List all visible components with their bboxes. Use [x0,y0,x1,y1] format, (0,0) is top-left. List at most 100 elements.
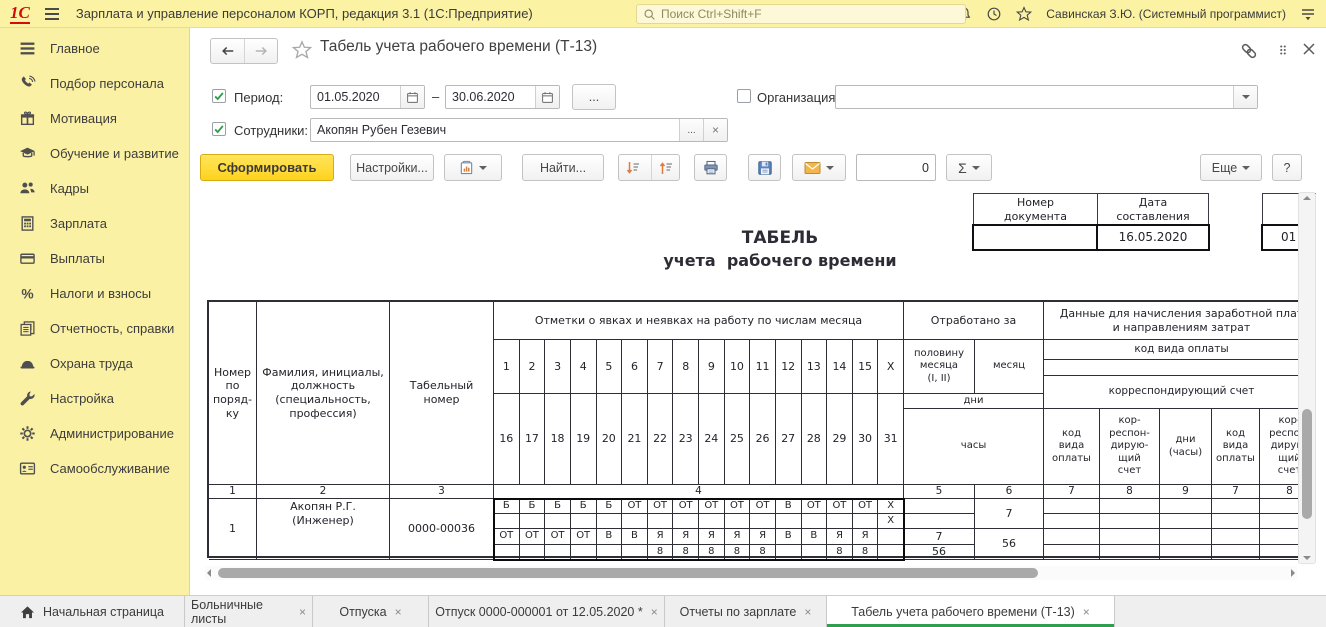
tab-bolnichnye-listy[interactable]: Больничные листы× [185,596,313,627]
mark-cell[interactable] [571,545,597,560]
dropdown-button[interactable] [1233,86,1257,108]
doc-number-value[interactable] [972,224,1098,251]
sidebar-item-samoobsluzhivanie[interactable]: Самообслуживание [0,451,189,486]
mark-cell[interactable]: В [776,499,802,514]
choose-button[interactable]: ... [679,119,703,141]
mark-cell[interactable]: Я [673,529,699,545]
mark-cell[interactable]: ОТ [750,499,776,514]
employees-input[interactable] [311,119,679,141]
sidebar-item-vyplaty[interactable]: Выплаты [0,241,189,276]
calendar-icon[interactable] [535,86,559,108]
mark-cell[interactable] [622,514,648,529]
sidebar-item-kadry[interactable]: Кадры [0,171,189,206]
mark-cell[interactable]: В [776,529,802,545]
horizontal-scrollbar[interactable] [205,566,1297,580]
close-icon[interactable] [1302,42,1316,56]
period-to-field[interactable] [445,85,560,109]
pay-cell[interactable] [1160,499,1212,514]
mark-cell[interactable]: ОТ [725,499,751,514]
pay-cell[interactable] [1100,499,1160,514]
mark-cell[interactable]: Б [571,499,597,514]
tab-tabel-t13[interactable]: Табель учета рабочего времени (Т-13)× [827,596,1115,627]
month-days-cell[interactable]: 7 [975,499,1044,529]
sidebar-item-podbor[interactable]: Подбор персонала [0,66,189,101]
mark-cell[interactable] [622,545,648,560]
close-icon[interactable]: × [804,605,811,619]
mark-cell[interactable]: 8 [750,545,776,560]
mark-cell[interactable]: ОТ [648,499,674,514]
mark-cell[interactable]: ОТ [827,499,853,514]
employees-checkbox[interactable] [212,122,226,136]
generate-button[interactable]: Сформировать [200,154,334,181]
pay-cell[interactable] [1160,514,1212,529]
horizontal-scroll-thumb[interactable] [218,568,1038,578]
mark-cell[interactable] [878,545,904,560]
mark-cell[interactable]: 8 [725,545,751,560]
save-button[interactable] [748,154,781,181]
row-order-no[interactable]: 1 [209,499,257,560]
mark-cell[interactable]: ОТ [673,499,699,514]
half-empty-cell[interactable] [904,514,975,529]
get-link-icon[interactable] [1240,42,1258,60]
favorites-star-icon[interactable] [1016,6,1032,22]
period-from-field[interactable] [310,85,425,109]
half-empty-cell[interactable] [904,499,975,514]
sidebar-item-glavnoe[interactable]: Главное [0,31,189,66]
sum-button[interactable]: Σ [946,154,992,181]
print-button[interactable] [694,154,727,181]
main-menu-icon[interactable] [44,7,60,21]
help-button[interactable]: ? [1272,154,1302,181]
scroll-down-icon[interactable] [1303,556,1311,560]
pay-cell[interactable] [1100,514,1160,529]
sidebar-item-ohrana[interactable]: Охрана труда [0,346,189,381]
counter-input[interactable] [857,155,935,180]
mark-cell[interactable] [520,514,546,529]
favorite-star-icon[interactable] [292,40,312,60]
period-to-input[interactable] [446,86,535,108]
mark-cell[interactable] [750,514,776,529]
expand-groups-button[interactable] [619,160,646,176]
organization-field[interactable] [835,85,1258,109]
organization-input[interactable] [836,86,1233,108]
mark-cell[interactable]: X [878,514,904,529]
pay-cell[interactable] [1212,545,1260,560]
sidebar-item-administrirovanie[interactable]: Администрирование [0,416,189,451]
doc-date-value[interactable]: 16.05.2020 [1096,224,1210,251]
sidebar-item-otchetnost[interactable]: Отчетность, справки [0,311,189,346]
period-variants-button[interactable]: ... [572,84,616,110]
mark-cell[interactable]: 8 [853,545,879,560]
back-button[interactable] [211,39,244,63]
mark-cell[interactable]: Б [597,499,623,514]
mark-cell[interactable]: 8 [827,545,853,560]
pay-cell[interactable] [1212,499,1260,514]
sidebar-item-nalogi[interactable]: % Налоги и взносы [0,276,189,311]
mark-cell[interactable] [597,514,623,529]
history-icon[interactable] [986,6,1002,22]
mark-cell[interactable] [571,514,597,529]
mark-cell[interactable] [802,545,828,560]
mark-cell[interactable] [699,514,725,529]
mark-cell[interactable] [853,514,879,529]
pay-cell[interactable] [1044,499,1100,514]
pay-cell[interactable] [1100,545,1160,560]
mark-cell[interactable]: ОТ [853,499,879,514]
mark-cell[interactable] [725,514,751,529]
mark-cell[interactable] [673,514,699,529]
mark-cell[interactable]: Я [750,529,776,545]
sidebar-item-motivacia[interactable]: Мотивация [0,101,189,136]
mark-cell[interactable]: Б [520,499,546,514]
pay-cell[interactable] [1044,545,1100,560]
more-button[interactable]: Еще [1200,154,1262,181]
pay-cell[interactable] [1212,529,1260,545]
row-tab-no[interactable]: 0000-00036 [390,499,494,560]
mark-cell[interactable]: ОТ [494,529,520,545]
collapse-groups-button[interactable] [651,155,679,180]
mark-cell[interactable] [520,545,546,560]
mark-cell[interactable]: 8 [699,545,725,560]
counter-field[interactable] [856,154,936,181]
mark-cell[interactable] [545,514,571,529]
mark-cell[interactable] [494,514,520,529]
pay-cell[interactable] [1160,545,1212,560]
scroll-left-icon[interactable] [207,569,211,577]
report-variants-button[interactable] [444,154,502,181]
